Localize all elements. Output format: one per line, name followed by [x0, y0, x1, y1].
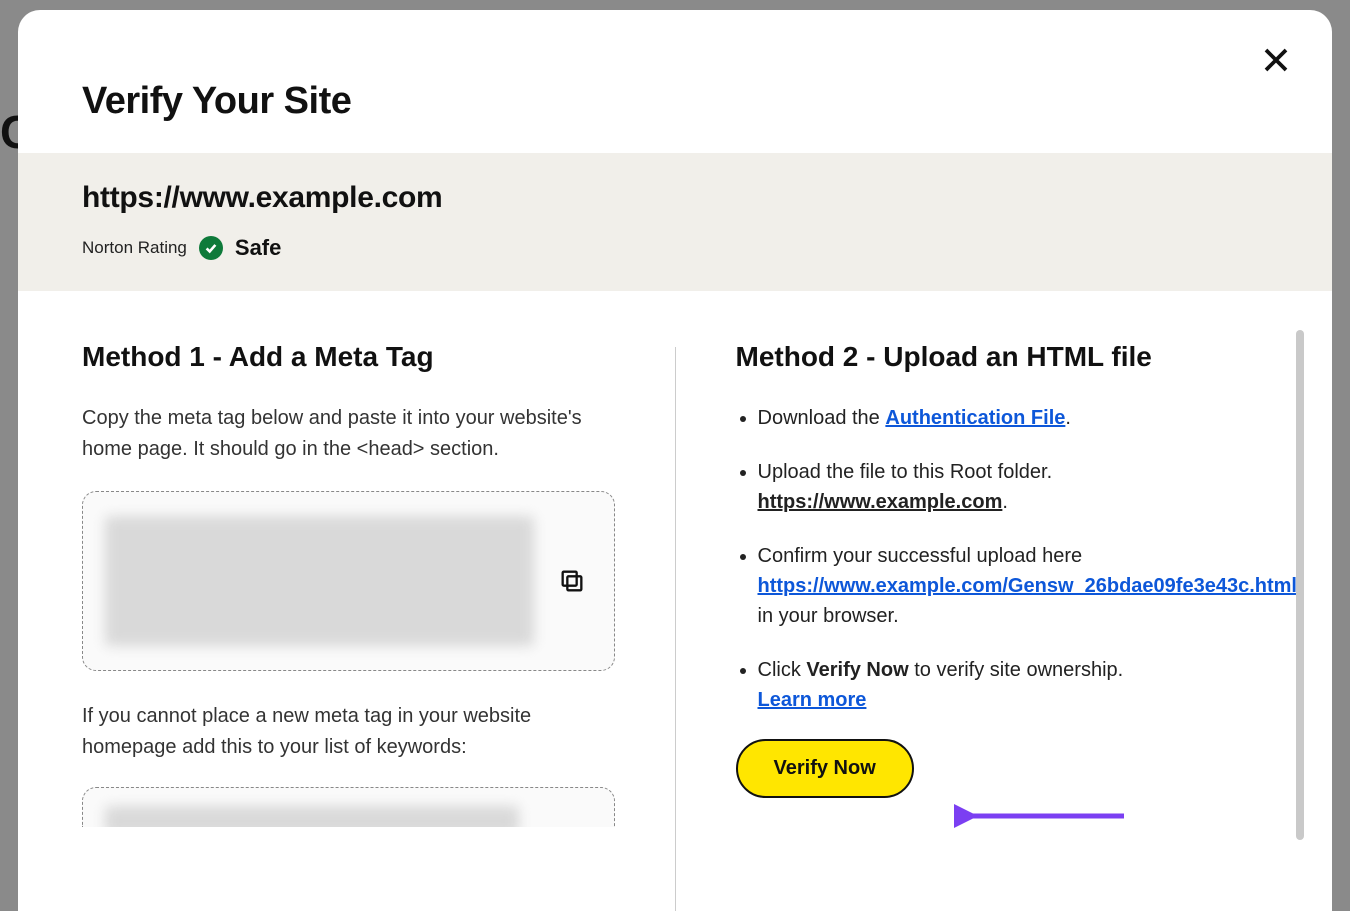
step-verify: Click Verify Now to verify site ownershi…: [758, 655, 1269, 715]
site-url: https://www.example.com: [82, 181, 1268, 215]
method-2-title: Method 2 - Upload an HTML file: [736, 341, 1269, 373]
rating-label: Norton Rating: [82, 238, 187, 258]
method-2-column: Method 2 - Upload an HTML file Download …: [736, 341, 1269, 911]
step-upload: Upload the file to this Root folder. htt…: [758, 457, 1269, 517]
confirm-upload-link[interactable]: https://www.example.com/Gensw_26bdae09fe…: [758, 575, 1297, 597]
method-1-title: Method 1 - Add a Meta Tag: [82, 341, 615, 373]
site-info-bar: https://www.example.com Norton Rating Sa…: [18, 153, 1332, 291]
root-folder-url: https://www.example.com: [758, 491, 1003, 513]
learn-more-link[interactable]: Learn more: [758, 689, 867, 711]
copy-icon: [558, 567, 586, 595]
method-2-steps: Download the Authentication File. Upload…: [736, 403, 1269, 715]
modal-body: Method 1 - Add a Meta Tag Copy the meta …: [18, 291, 1332, 911]
keyword-content-redacted: [105, 806, 519, 827]
rating-value: Safe: [235, 235, 281, 261]
column-divider: [675, 347, 676, 911]
rating-row: Norton Rating Safe: [82, 235, 1268, 261]
step-confirm: Confirm your successful upload here http…: [758, 541, 1269, 631]
modal-title: Verify Your Site: [82, 80, 1268, 123]
method-1-fallback-note: If you cannot place a new meta tag in yo…: [82, 701, 615, 763]
verify-site-modal: Verify Your Site https://www.example.com…: [18, 10, 1332, 911]
scrollbar-thumb[interactable]: [1296, 330, 1304, 840]
modal-header: Verify Your Site: [18, 10, 1332, 153]
step-download: Download the Authentication File.: [758, 403, 1269, 433]
method-1-column: Method 1 - Add a Meta Tag Copy the meta …: [82, 341, 615, 911]
meta-tag-content-redacted: [105, 516, 534, 646]
meta-tag-box: [82, 491, 615, 671]
authentication-file-link[interactable]: Authentication File: [885, 407, 1065, 429]
check-badge-icon: [199, 236, 223, 260]
verify-now-button[interactable]: Verify Now: [736, 739, 914, 798]
copy-button[interactable]: [552, 561, 592, 601]
method-1-instructions: Copy the meta tag below and paste it int…: [82, 403, 615, 465]
keyword-box: [82, 787, 615, 827]
